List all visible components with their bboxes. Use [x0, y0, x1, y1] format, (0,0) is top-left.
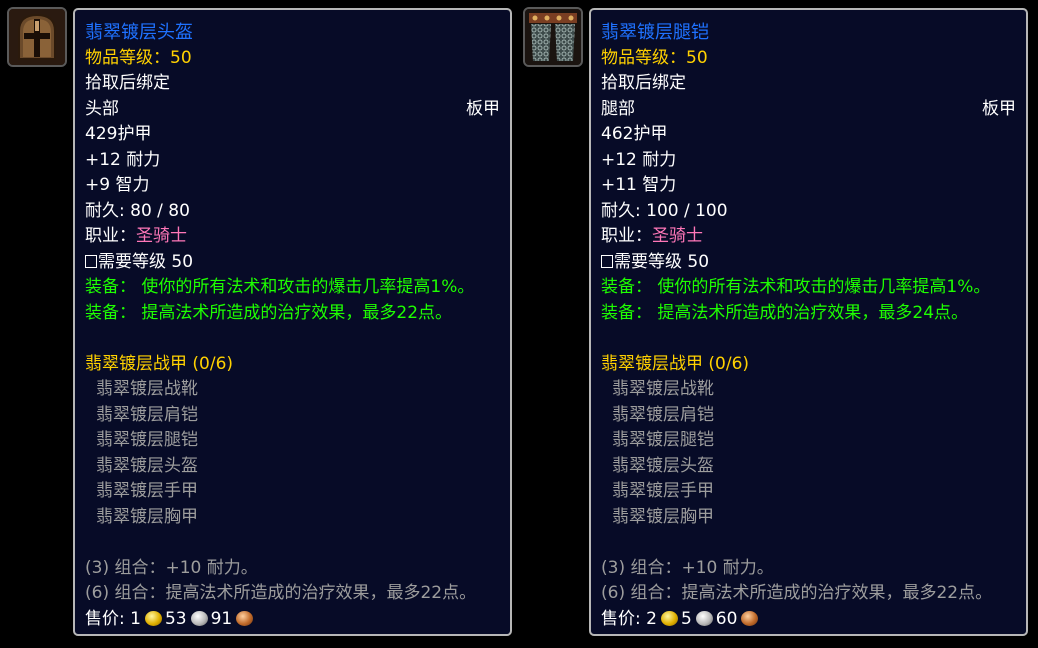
- level-requirement-text: 需要等级 50: [614, 251, 710, 272]
- durability: 耐久: 80 / 80: [85, 200, 190, 221]
- set-item: 翡翠镀层腿铠: [612, 430, 714, 450]
- class-name: 圣骑士: [652, 226, 703, 246]
- set-item: 翡翠镀层胸甲: [612, 506, 714, 527]
- set-item: 翡翠镀层肩铠: [612, 404, 714, 425]
- set-item: 翡翠镀层手甲: [612, 481, 714, 501]
- armor-value: 462护甲: [601, 124, 668, 144]
- set-bonus-3: (3) 组合：+10 耐力。: [601, 557, 774, 578]
- equip-slot: 头部: [85, 98, 119, 119]
- plate-helmet-icon: [9, 9, 65, 65]
- slot-row: 腿部 板甲: [601, 97, 1016, 123]
- set-bonus-6: (6) 组合：提高法术所造成的治疗效果，最多22点。: [601, 583, 993, 603]
- item-comparison-view: 翡翠镀层头盔 物品等级：50 拾取后绑定 头部 板甲 429护甲 +12 耐力 …: [0, 0, 1038, 648]
- level-requirement-text: 需要等级 50: [98, 251, 194, 272]
- class-label: 职业：: [85, 226, 136, 246]
- class-name: 圣骑士: [136, 226, 187, 246]
- armor-type: 板甲: [466, 98, 500, 119]
- item-level: 物品等级：50: [601, 47, 708, 68]
- set-item: 翡翠镀层战靴: [612, 379, 714, 399]
- equip-effect-crit: 装备： 使你的所有法术和攻击的爆击几率提高1%。: [85, 277, 475, 297]
- level-requirement: 需要等级 50: [601, 250, 1016, 276]
- set-item: 翡翠镀层手甲: [96, 481, 198, 501]
- copper-coin-icon: [741, 610, 759, 626]
- checkbox-icon: [601, 254, 613, 268]
- item-level: 物品等级：50: [85, 47, 192, 68]
- level-requirement: 需要等级 50: [85, 250, 500, 276]
- gold-amount: 2: [646, 608, 657, 629]
- copper-amount: 91: [210, 608, 233, 629]
- stat-intellect: +11 智力: [601, 175, 677, 195]
- durability: 耐久: 100 / 100: [601, 200, 728, 221]
- binding-text: 拾取后绑定: [601, 73, 686, 93]
- set-item: 翡翠镀层胸甲: [96, 506, 198, 527]
- sell-price-label: 售价:: [85, 608, 131, 629]
- stat-intellect: +9 智力: [85, 175, 150, 195]
- item-name: 翡翠镀层头盔: [85, 22, 193, 43]
- set-name: 翡翠镀层战甲 (0/6): [601, 353, 750, 374]
- equip-effect-healing: 装备： 提高法术所造成的治疗效果，最多22点。: [85, 302, 453, 323]
- item-icon-slot-leggings[interactable]: [523, 7, 583, 67]
- armor-type: 板甲: [982, 98, 1016, 119]
- gold-coin-icon: [144, 610, 162, 626]
- copper-amount: 60: [715, 608, 738, 629]
- item-icon-slot-helmet[interactable]: [7, 7, 67, 67]
- item-tooltip-left: 翡翠镀层头盔 物品等级：50 拾取后绑定 头部 板甲 429护甲 +12 耐力 …: [73, 8, 512, 636]
- set-name: 翡翠镀层战甲 (0/6): [85, 353, 234, 374]
- binding-text: 拾取后绑定: [85, 73, 170, 93]
- silver-amount: 53: [164, 608, 187, 629]
- set-bonus-6: (6) 组合：提高法术所造成的治疗效果，最多22点。: [85, 583, 477, 603]
- set-item: 翡翠镀层肩铠: [96, 404, 198, 425]
- set-item: 翡翠镀层腿铠: [96, 430, 198, 450]
- equip-slot: 腿部: [601, 98, 635, 119]
- sell-price-label: 售价:: [601, 608, 647, 629]
- armor-value: 429护甲: [85, 124, 152, 144]
- stat-stamina: +12 耐力: [85, 149, 161, 170]
- item-name: 翡翠镀层腿铠: [601, 22, 709, 43]
- equip-effect-healing: 装备： 提高法术所造成的治疗效果，最多24点。: [601, 302, 969, 323]
- slot-row: 头部 板甲: [85, 97, 500, 123]
- class-label: 职业：: [601, 226, 652, 246]
- set-bonus-3: (3) 组合：+10 耐力。: [85, 557, 258, 578]
- gold-amount: 1: [130, 608, 141, 629]
- silver-coin-icon: [695, 610, 713, 626]
- set-item: 翡翠镀层头盔: [612, 455, 714, 476]
- class-requirement: 职业：圣骑士: [601, 224, 1016, 250]
- set-item: 翡翠镀层战靴: [96, 379, 198, 399]
- class-requirement: 职业：圣骑士: [85, 224, 500, 250]
- item-tooltip-right: 翡翠镀层腿铠 物品等级：50 拾取后绑定 腿部 板甲 462护甲 +12 耐力 …: [589, 8, 1028, 636]
- stat-stamina: +12 耐力: [601, 149, 677, 170]
- sell-price: 售价: 2 5 60: [601, 607, 1016, 633]
- equip-effect-crit: 装备： 使你的所有法术和攻击的爆击几率提高1%。: [601, 277, 991, 297]
- set-item: 翡翠镀层头盔: [96, 455, 198, 476]
- plate-leggings-icon: [525, 9, 581, 65]
- copper-coin-icon: [236, 610, 254, 626]
- silver-coin-icon: [190, 610, 208, 626]
- gold-coin-icon: [660, 610, 678, 626]
- checkbox-icon: [85, 254, 97, 268]
- sell-price: 售价: 1 53 91: [85, 607, 500, 633]
- silver-amount: 5: [680, 608, 692, 629]
